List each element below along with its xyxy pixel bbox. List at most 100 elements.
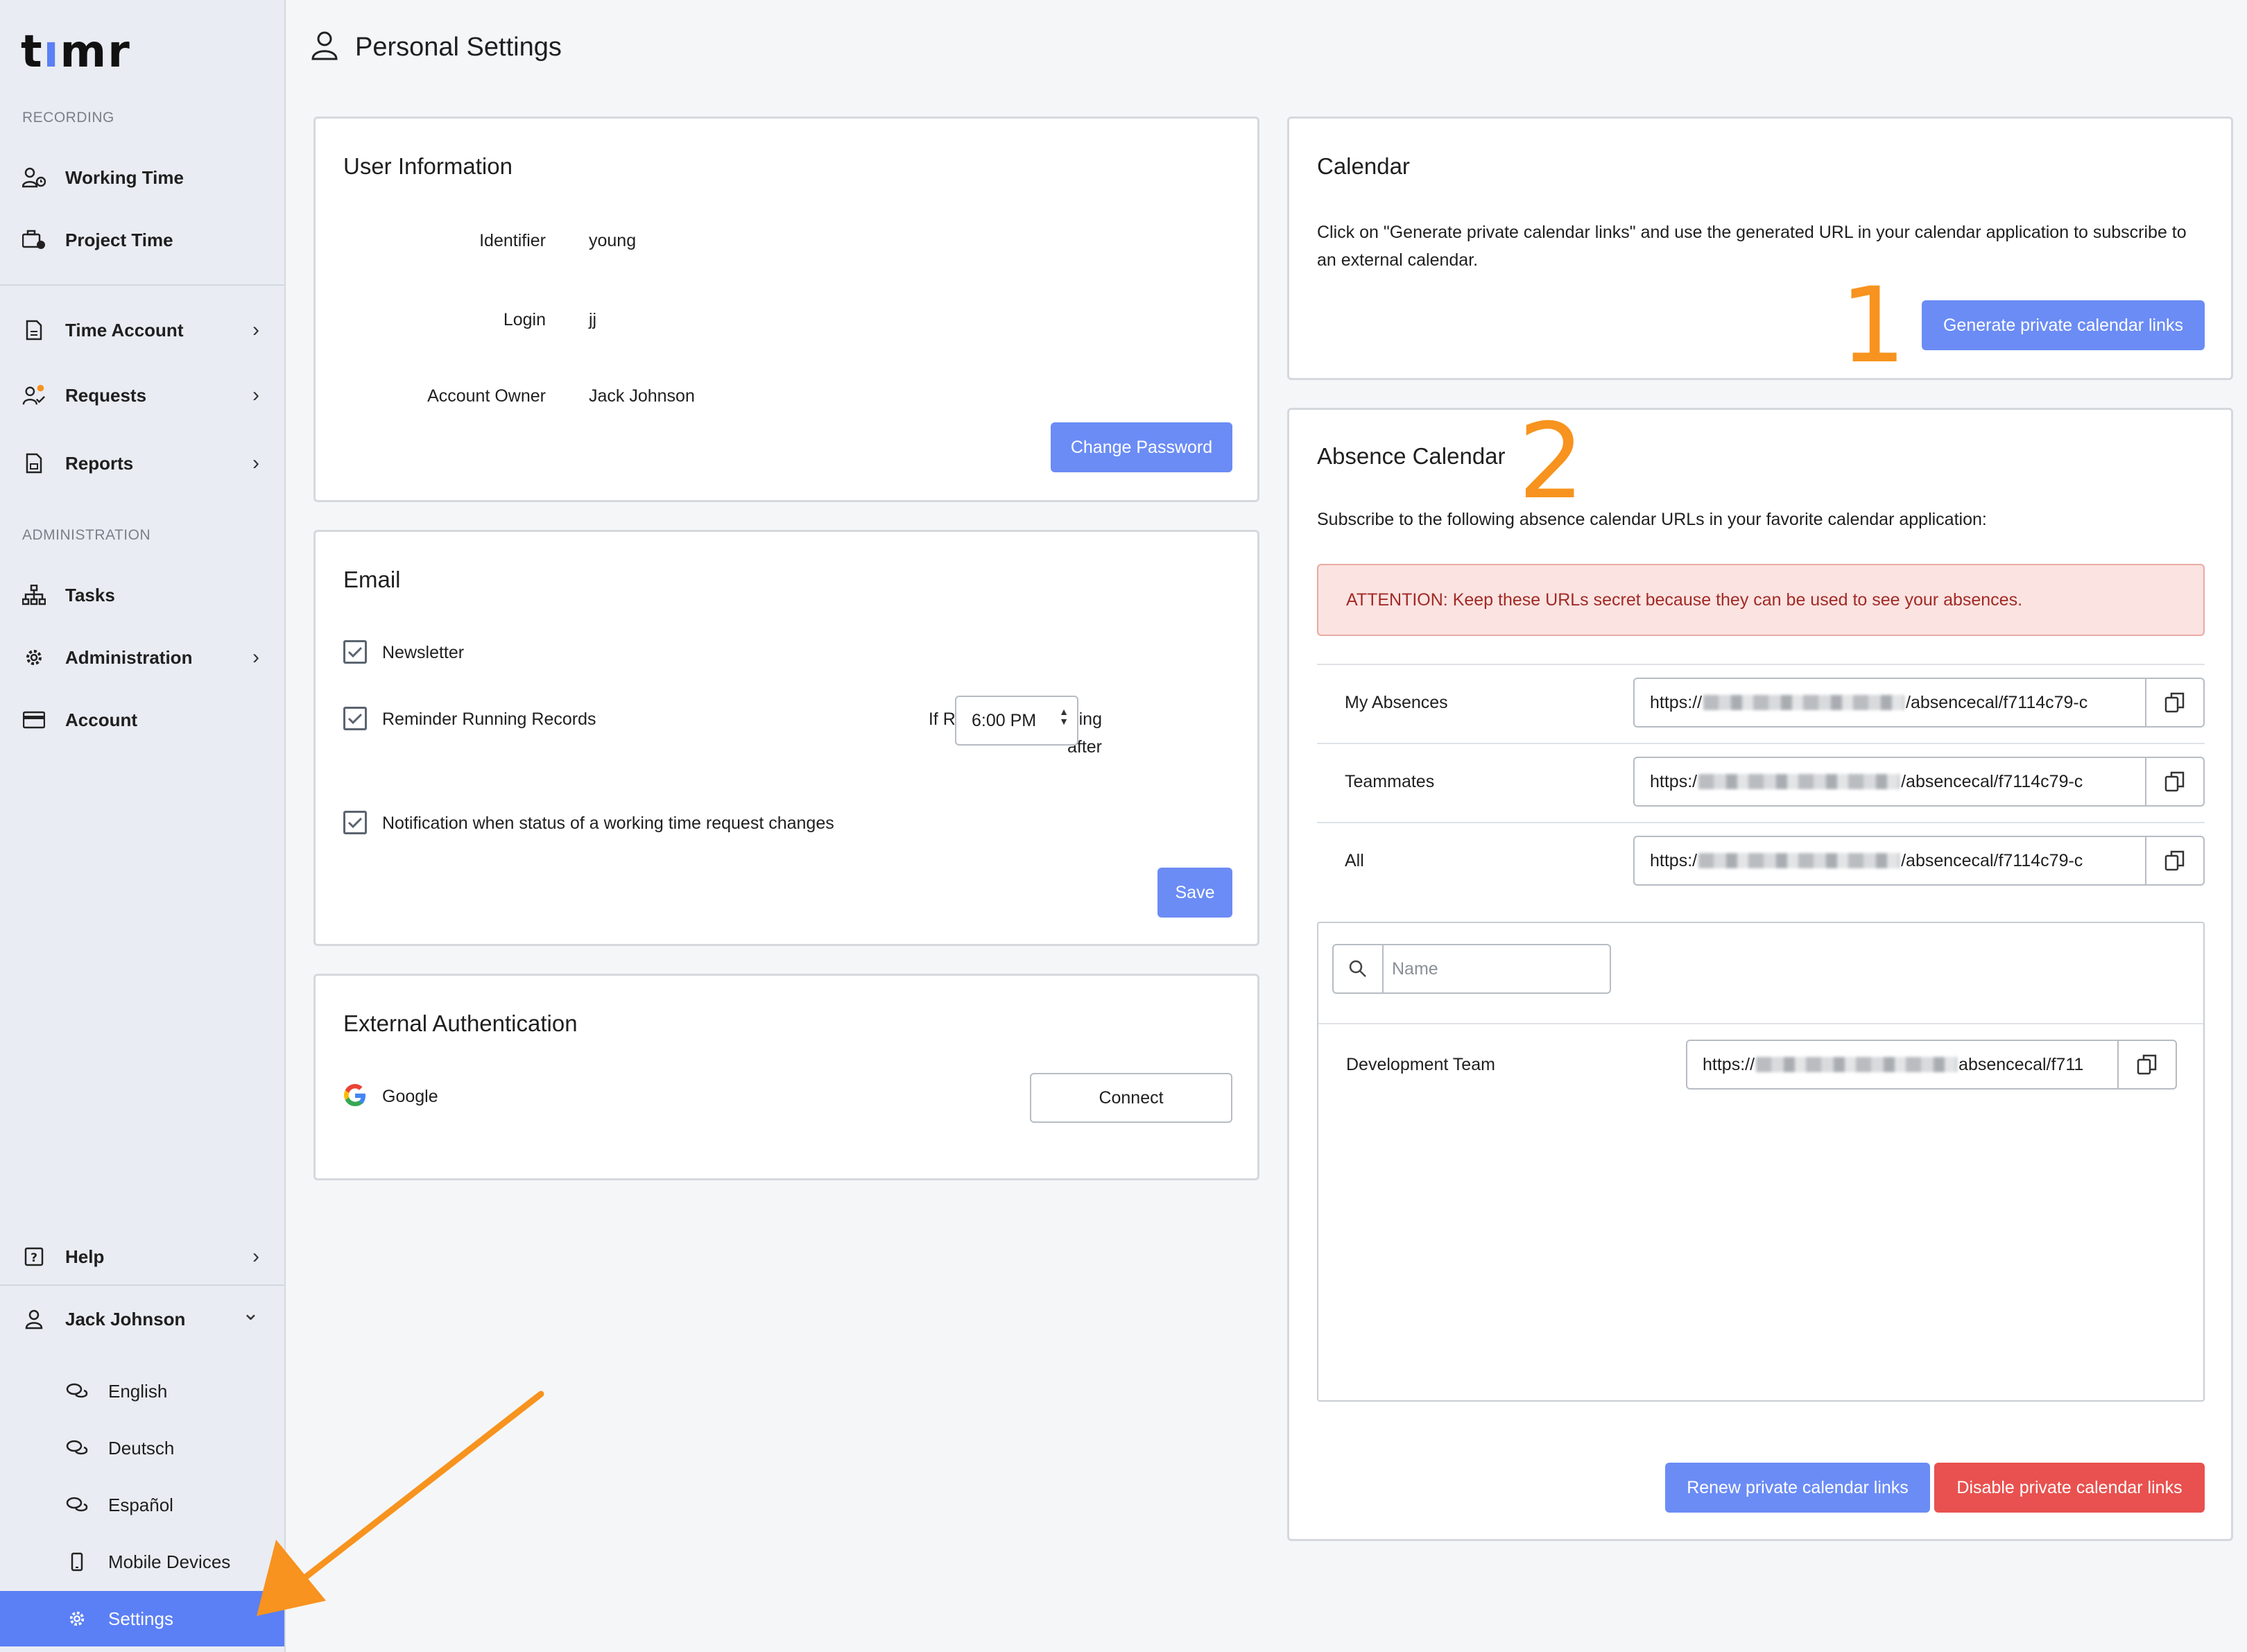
nav-user-menu[interactable]: Jack Johnson ⌄	[0, 1291, 284, 1347]
url-text: https://absencecal/f7114c79-c	[1650, 850, 2083, 870]
time-value: 6:00 PM	[972, 710, 1037, 730]
nav-language-english[interactable]: English	[0, 1363, 284, 1419]
chat-bubbles-icon	[65, 1493, 89, 1517]
reminder-label: Reminder Running Records	[382, 709, 596, 729]
reminder-checkbox[interactable]	[343, 707, 367, 730]
section-label-recording: RECORDING	[22, 110, 114, 126]
nav-label: Reports	[65, 452, 134, 474]
divider	[0, 1284, 284, 1286]
generate-calendar-links-button[interactable]: Generate private calendar links	[1922, 300, 2205, 350]
identifier-label: Identifier	[479, 231, 546, 250]
nav-time-account[interactable]: Time Account ›	[0, 302, 284, 358]
gear-icon	[22, 646, 46, 669]
user-information-card: User Information Identifier young Login …	[313, 117, 1259, 502]
svg-text:?: ?	[31, 1251, 37, 1265]
nav-label: Time Account	[65, 319, 184, 341]
nav-label: Administration	[65, 646, 193, 668]
copy-button[interactable]	[2145, 758, 2203, 805]
disable-calendar-links-button[interactable]: Disable private calendar links	[1934, 1463, 2205, 1513]
copy-icon	[2164, 850, 2185, 871]
development-team-label: Development Team	[1346, 1055, 1495, 1074]
page-header: Personal Settings	[311, 28, 562, 67]
report-icon	[22, 451, 46, 475]
nav-language-deutsch[interactable]: Deutsch	[0, 1420, 284, 1476]
calendar-description: Click on "Generate private calendar link…	[1317, 223, 2187, 270]
account-owner-value: Jack Johnson	[589, 386, 695, 406]
copy-button[interactable]	[2145, 679, 2203, 726]
copy-button[interactable]	[2117, 1041, 2176, 1088]
url-text: https://absencecal/f7114c79-c	[1650, 771, 2083, 791]
briefcase-clock-icon	[22, 228, 46, 252]
section-label-administration: ADMINISTRATION	[22, 527, 151, 543]
nav-label: Jack Johnson	[65, 1308, 186, 1330]
card-title: External Authentication	[343, 1010, 578, 1036]
chevron-right-icon: ›	[252, 318, 259, 341]
divider	[1318, 1023, 2203, 1024]
nav-project-time[interactable]: Project Time	[0, 212, 284, 268]
copy-icon	[2164, 771, 2185, 792]
nav-tasks[interactable]: Tasks	[0, 567, 284, 623]
my-absences-url-field[interactable]: https:///absencecal/f7114c79-c	[1633, 678, 2205, 728]
document-icon	[22, 318, 46, 342]
card-title: Calendar	[1317, 153, 1410, 179]
connect-button[interactable]: Connect	[1030, 1073, 1232, 1123]
time-select[interactable]: 6:00 PM ▲ ▼	[955, 696, 1078, 746]
nav-label: Project Time	[65, 229, 173, 250]
divider	[0, 284, 284, 286]
copy-button[interactable]	[2145, 837, 2203, 884]
divider	[1317, 664, 2205, 665]
teammates-url-field[interactable]: https://absencecal/f7114c79-c	[1633, 757, 2205, 807]
chevron-right-icon: ›	[252, 1245, 259, 1268]
notification-checkbox[interactable]	[343, 811, 367, 834]
external-authentication-card: External Authentication Google Connect	[313, 974, 1259, 1180]
notification-label: Notification when status of a working ti…	[382, 814, 834, 833]
attention-alert: ATTENTION: Keep these URLs secret becaus…	[1317, 564, 2205, 636]
nav-language-espanol[interactable]: Español	[0, 1477, 284, 1533]
newsletter-label: Newsletter	[382, 643, 465, 662]
url-text: https://absencecal/f711	[1703, 1054, 2084, 1074]
card-title: Absence Calendar	[1317, 443, 1506, 469]
card-title: User Information	[343, 153, 513, 179]
login-value: jj	[589, 310, 597, 329]
account-owner-label: Account Owner	[427, 386, 546, 406]
timr-logo[interactable]: tımr	[21, 26, 131, 78]
nav-reports[interactable]: Reports ›	[0, 436, 284, 491]
nav-label: Español	[108, 1494, 173, 1515]
nav-settings[interactable]: Settings	[0, 1591, 284, 1646]
newsletter-checkbox[interactable]	[343, 640, 367, 664]
nav-account[interactable]: Account	[0, 692, 284, 748]
development-team-url-field[interactable]: https://absencecal/f711	[1686, 1040, 2177, 1090]
nav-label: Tasks	[65, 584, 115, 605]
chat-bubbles-icon	[65, 1436, 89, 1460]
annotation-number-2: 2	[1518, 402, 1585, 522]
all-label: All	[1345, 851, 1364, 870]
google-label: Google	[382, 1087, 438, 1106]
team-calendar-panel: Development Team https://absencecal/f711	[1317, 922, 2205, 1402]
card-title: Email	[343, 567, 401, 592]
copy-icon	[2137, 1054, 2157, 1075]
change-password-button[interactable]: Change Password	[1051, 422, 1232, 472]
nav-working-time[interactable]: Working Time	[0, 150, 284, 205]
search-input[interactable]	[1392, 954, 1593, 984]
teammates-label: Teammates	[1345, 772, 1435, 791]
nav-mobile-devices[interactable]: Mobile Devices	[0, 1534, 284, 1590]
nav-help[interactable]: ? Help ›	[0, 1229, 284, 1284]
nav-administration[interactable]: Administration ›	[0, 630, 284, 685]
gear-icon	[65, 1607, 89, 1631]
nav-label: Settings	[108, 1608, 173, 1629]
renew-calendar-links-button[interactable]: Renew private calendar links	[1665, 1463, 1930, 1513]
my-absences-label: My Absences	[1345, 693, 1448, 712]
checkmark-icon	[347, 713, 363, 725]
chevron-right-icon: ›	[252, 451, 259, 474]
url-text: https:///absencecal/f7114c79-c	[1650, 692, 2088, 712]
nav-requests[interactable]: Requests ›	[0, 368, 284, 423]
team-search	[1332, 944, 1611, 994]
person-check-icon	[22, 384, 46, 407]
save-button[interactable]: Save	[1157, 868, 1232, 918]
annotation-arrow-icon	[257, 1391, 544, 1616]
login-label: Login	[503, 310, 546, 329]
help-icon: ?	[22, 1245, 46, 1268]
credit-card-icon	[22, 708, 46, 732]
all-url-field[interactable]: https://absencecal/f7114c79-c	[1633, 836, 2205, 886]
checkmark-icon	[347, 817, 363, 829]
